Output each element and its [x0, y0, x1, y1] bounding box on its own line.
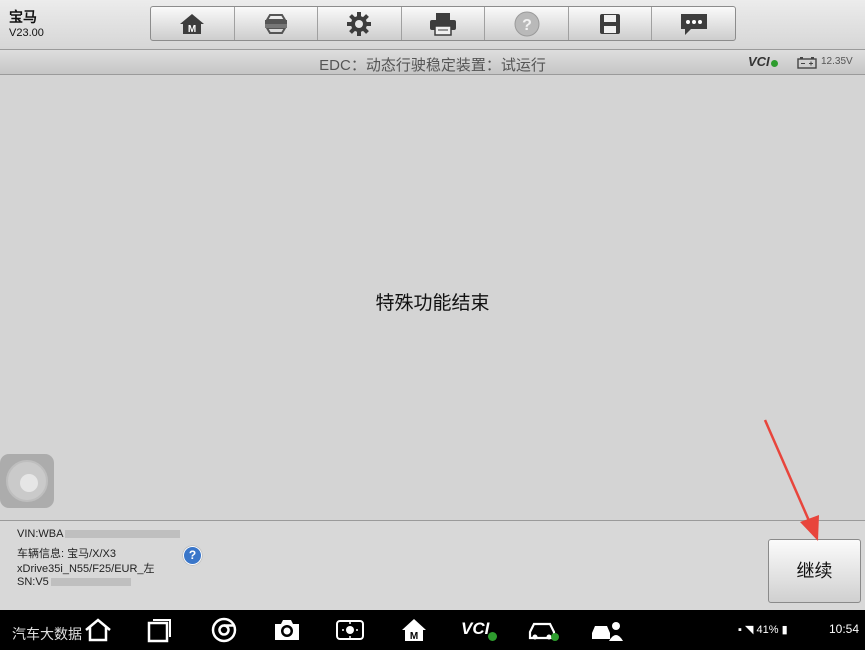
assistive-touch-button[interactable]: [0, 454, 54, 508]
app-brand: 宝马 V23.00: [9, 9, 44, 40]
vehicle-swap-button[interactable]: [235, 7, 319, 40]
vehicle-icon[interactable]: [527, 617, 561, 643]
vin-line: VIN:WBA: [17, 528, 181, 540]
continue-button[interactable]: 继续: [768, 539, 861, 603]
brightness-icon[interactable]: [335, 617, 365, 643]
chrome-icon[interactable]: [211, 617, 237, 643]
sn-text: SN:V5: [17, 576, 49, 588]
app-version: V23.00: [9, 27, 44, 39]
settings-button[interactable]: [318, 7, 402, 40]
vehicle-info-bar: VIN:WBA 车辆信息: 宝马/X/X3 xDrive35i_N55/F25/…: [0, 520, 865, 610]
app-name: 宝马: [9, 9, 37, 25]
vehicle-model-text: xDrive35i_N55/F25/EUR_左: [17, 563, 155, 575]
clock: 10:54: [829, 622, 860, 636]
battery-percent: 41%: [756, 624, 779, 636]
save-disk-icon: [600, 13, 621, 34]
function-title-bar: EDC：动态行驶稳定装置：试运行 VCI 12.35V: [0, 49, 865, 75]
android-nav-bar: 汽车大数据 M VCI ▪ ◥ 41% ▮ 10:54: [0, 610, 865, 650]
main-content: 特殊功能结束: [0, 75, 865, 520]
function-title: EDC：动态行驶稳定装置：试运行: [319, 57, 546, 74]
svg-text:M: M: [188, 24, 196, 35]
svg-text:M: M: [410, 631, 418, 642]
main-toolbar: M ?: [150, 6, 736, 41]
watermark-text: 汽车大数据: [12, 626, 82, 642]
sn-redacted: [50, 578, 131, 587]
nav-vci-check-icon: [488, 632, 497, 641]
nav-recent-apps-icon[interactable]: [147, 617, 173, 643]
battery-icon: ▮: [781, 624, 788, 636]
vehicle-info-help-icon[interactable]: ?: [183, 546, 202, 565]
home-button[interactable]: M: [151, 7, 235, 40]
remote-expert-icon[interactable]: [589, 617, 623, 643]
vehicle-swap-icon: [264, 13, 287, 34]
vci-status-label: VCI: [748, 54, 770, 69]
car-battery-icon: [797, 57, 817, 69]
assistive-touch-icon: [6, 460, 48, 502]
help-button[interactable]: ?: [485, 7, 569, 40]
question-icon: ?: [514, 11, 540, 36]
nav-home-icon[interactable]: [84, 617, 112, 643]
vin-text: VIN:WBA: [17, 528, 64, 540]
maxisys-home-icon[interactable]: M: [401, 617, 427, 643]
message-button[interactable]: [652, 7, 735, 40]
printer-icon: [430, 12, 457, 36]
vci-connected-icon: [771, 60, 778, 67]
battery-voltage: 12.35V: [821, 56, 853, 67]
print-button[interactable]: [402, 7, 486, 40]
message-icon: [680, 13, 707, 35]
vin-redacted: [65, 530, 181, 539]
sn-line: SN:V5: [17, 576, 131, 588]
save-button[interactable]: [569, 7, 653, 40]
notification-icon: ▪: [738, 624, 742, 636]
status-indicators: ▪ ◥ 41% ▮: [738, 623, 788, 636]
vehicle-info-text: 车辆信息: 宝马/X/X3: [17, 548, 117, 560]
nav-vci-label[interactable]: VCI: [461, 619, 489, 639]
top-bar: 宝马 V23.00 M ?: [0, 0, 865, 49]
status-message: 特殊功能结束: [375, 293, 490, 314]
camera-icon[interactable]: [273, 617, 301, 643]
home-icon: M: [180, 13, 205, 35]
svg-text:?: ?: [522, 17, 532, 34]
settings-gear-icon: [347, 11, 372, 36]
wifi-icon: ◥: [744, 624, 754, 636]
